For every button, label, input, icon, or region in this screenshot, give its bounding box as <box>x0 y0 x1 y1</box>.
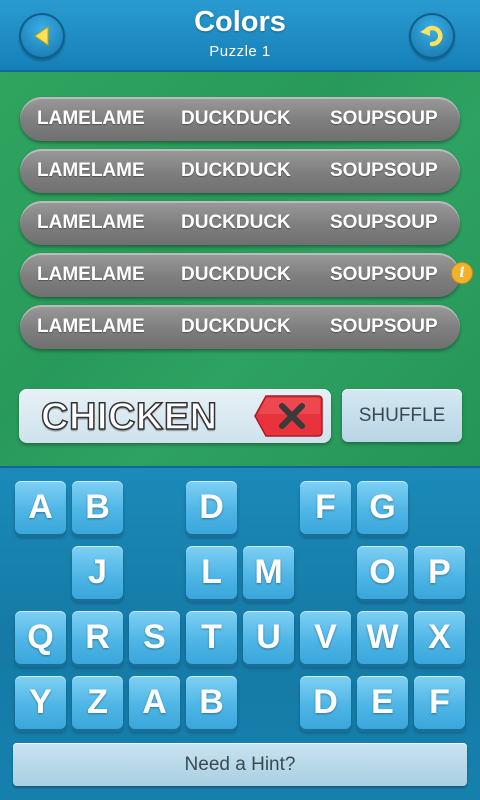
undo-arrow-icon <box>420 25 443 47</box>
letter-key[interactable]: R <box>72 611 123 664</box>
word-slot: SOUPSOUP <box>330 212 438 233</box>
hint-button[interactable]: Need a Hint? <box>13 743 467 786</box>
letter-key[interactable]: S <box>129 611 180 664</box>
letter-key[interactable]: B <box>72 481 123 534</box>
letter-key[interactable]: Q <box>15 611 66 664</box>
word-row[interactable]: LAMELAME DUCKDUCK SOUPSOUP <box>20 97 460 141</box>
clear-button[interactable] <box>254 394 324 438</box>
letter-key[interactable]: V <box>300 611 351 664</box>
word-slot: DUCKDUCK <box>181 160 291 181</box>
puzzle-subtitle: Puzzle 1 <box>209 43 271 60</box>
word-row[interactable]: LAMELAME DUCKDUCK SOUPSOUP <box>20 201 460 245</box>
reset-button[interactable] <box>409 13 455 59</box>
word-slot: LAMELAME <box>37 160 145 181</box>
letter-key[interactable]: J <box>72 546 123 599</box>
letter-key[interactable]: D <box>186 481 237 534</box>
word-slot: LAMELAME <box>37 264 145 285</box>
word-slot: DUCKDUCK <box>181 108 291 129</box>
word-row[interactable]: LAMELAME DUCKDUCK SOUPSOUP <box>20 305 460 349</box>
clear-x-icon <box>254 395 323 437</box>
letter-key[interactable]: Z <box>72 676 123 729</box>
letter-key[interactable]: F <box>414 676 465 729</box>
word-slot: LAMELAME <box>37 108 145 129</box>
word-slot: SOUPSOUP <box>330 264 438 285</box>
word-slot: LAMELAME <box>37 316 145 337</box>
letter-key[interactable]: M <box>243 546 294 599</box>
word-slot: SOUPSOUP <box>330 316 438 337</box>
letter-key[interactable]: E <box>357 676 408 729</box>
info-icon[interactable]: i <box>451 262 473 284</box>
header-bar: Colors Puzzle 1 <box>0 0 480 72</box>
word-slot: DUCKDUCK <box>181 316 291 337</box>
word-row[interactable]: LAMELAME DUCKDUCK SOUPSOUP <box>20 149 460 193</box>
letter-key[interactable]: L <box>186 546 237 599</box>
letter-key[interactable]: W <box>357 611 408 664</box>
word-slot: SOUPSOUP <box>330 108 438 129</box>
letter-key[interactable]: X <box>414 611 465 664</box>
letter-key[interactable]: A <box>15 481 66 534</box>
word-slot: SOUPSOUP <box>330 160 438 181</box>
word-slot: LAMELAME <box>37 212 145 233</box>
letter-key[interactable]: Y <box>15 676 66 729</box>
letter-key[interactable]: F <box>300 481 351 534</box>
page-title: Colors <box>194 6 286 38</box>
letter-key[interactable]: B <box>186 676 237 729</box>
letter-key[interactable]: P <box>414 546 465 599</box>
letter-key[interactable]: A <box>129 676 180 729</box>
word-row[interactable]: LAMELAME DUCKDUCK SOUPSOUP <box>20 253 460 297</box>
letter-key[interactable]: D <box>300 676 351 729</box>
word-slot: DUCKDUCK <box>181 212 291 233</box>
word-slot: DUCKDUCK <box>181 264 291 285</box>
answer-entry-field[interactable]: CHICKEN <box>19 389 331 443</box>
letter-key[interactable]: G <box>357 481 408 534</box>
current-guess: CHICKEN <box>40 395 218 439</box>
shuffle-button[interactable]: SHUFFLE <box>342 389 462 442</box>
letter-key[interactable]: U <box>243 611 294 664</box>
letter-key[interactable]: O <box>357 546 408 599</box>
letter-key[interactable]: T <box>186 611 237 664</box>
